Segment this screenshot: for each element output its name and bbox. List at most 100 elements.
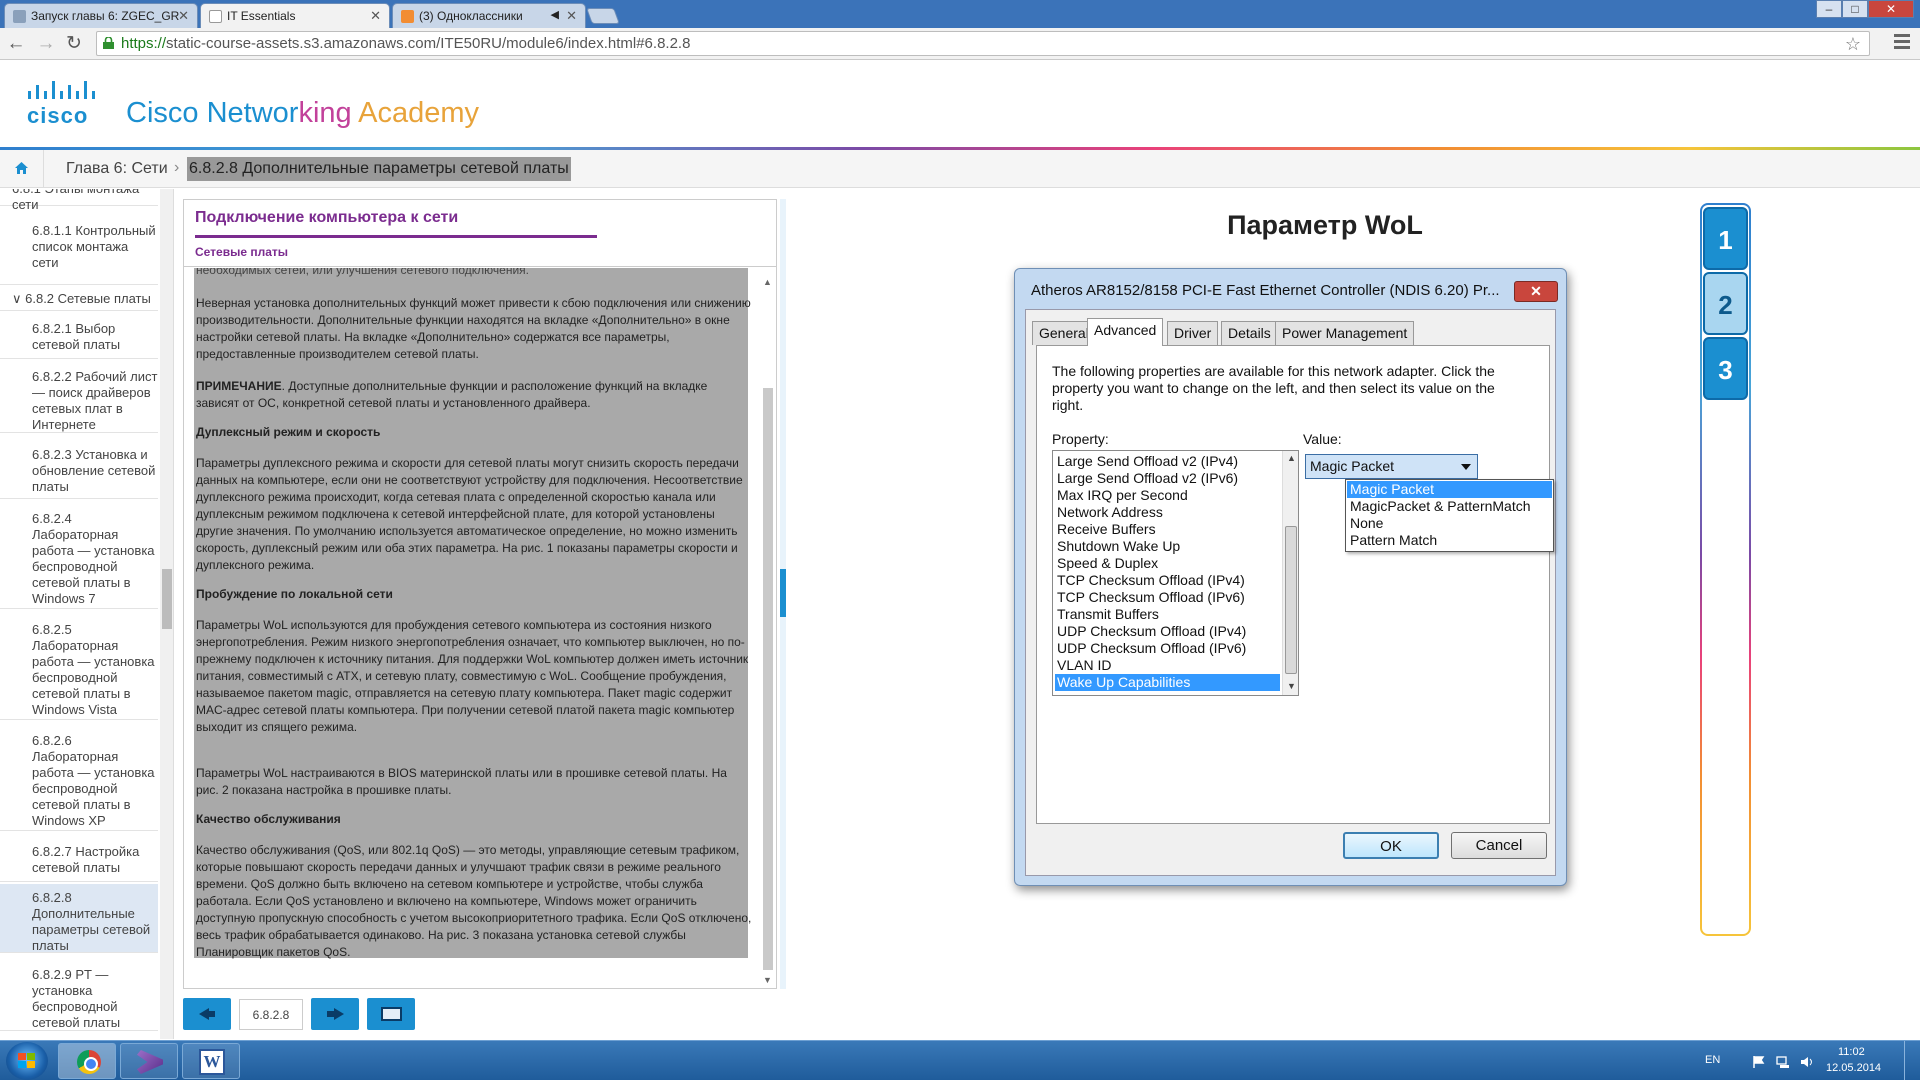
tab-power-management[interactable]: Power Management [1275,321,1415,345]
scrollbar-thumb[interactable] [1285,526,1297,674]
maximize-button[interactable]: □ [1842,0,1868,18]
previous-page-button[interactable] [183,998,231,1030]
value-option[interactable]: MagicPacket & PatternMatch [1347,498,1552,515]
text-panel-body[interactable]: необходимых сетей, или улучшения сетевог… [184,268,758,973]
window-close-button[interactable]: ✕ [1868,0,1914,18]
splitter-handle[interactable] [780,569,786,617]
property-item[interactable]: Large Send Offload v2 (IPv6) [1055,470,1280,487]
nav-item[interactable]: 6.8.2.1 Выбор сетевой платы [0,315,158,359]
breadcrumb-chapter[interactable]: Глава 6: Сети [66,160,168,178]
value-select[interactable]: Magic Packet [1305,454,1478,479]
nav-item[interactable]: 6.8.2.5 Лабораторная работа — установка … [0,616,158,720]
property-item[interactable]: Speed & Duplex [1055,555,1280,572]
nav-item-active[interactable]: 6.8.2.8 Дополнительные параметры сетевой… [0,884,158,953]
dialog-close-button[interactable]: ✕ [1514,281,1558,302]
property-item[interactable]: TCP Checksum Offload (IPv6) [1055,589,1280,606]
visual-studio-icon [137,1050,163,1074]
text-panel-scrollbar[interactable]: ▲ ▼ [761,277,775,987]
property-item[interactable]: Large Send Offload v2 (IPv4) [1055,453,1280,470]
url-input[interactable]: https://static-course-assets.s3.amazonaw… [96,31,1870,56]
value-option-selected[interactable]: Magic Packet [1347,481,1552,498]
figure-3-button[interactable]: 3 [1703,337,1748,400]
scrollbar-thumb[interactable] [162,569,172,629]
property-item[interactable]: Network Address [1055,504,1280,521]
page-icon [209,10,222,23]
property-item[interactable]: Max IRQ per Second [1055,487,1280,504]
property-item[interactable]: UDP Checksum Offload (IPv6) [1055,640,1280,657]
new-tab-button[interactable] [586,8,620,24]
fullscreen-button[interactable] [367,998,415,1030]
next-page-button[interactable] [311,998,359,1030]
scrollbar-thumb[interactable] [763,388,773,970]
word-icon: W [199,1049,225,1075]
nav-item[interactable]: 6.8.1 Этапы монтажа сети [0,189,158,212]
scroll-up-icon[interactable]: ▲ [1287,453,1296,463]
value-option[interactable]: Pattern Match [1347,532,1552,549]
property-list-scrollbar[interactable]: ▲ ▼ [1282,451,1298,695]
start-button[interactable] [6,1042,48,1080]
figure-2-button[interactable]: 2 [1703,272,1748,335]
cancel-button[interactable]: Cancel [1451,832,1547,859]
scroll-down-icon[interactable]: ▼ [763,975,772,985]
screen-icon [381,1007,402,1021]
tab-details[interactable]: Details [1221,321,1278,345]
nav-item[interactable]: 6.8.2.9 PT — установка беспроводной сете… [0,961,158,1031]
nav-item[interactable]: 6.8.2.2 Рабочий лист — поиск драйверов с… [0,363,158,433]
property-item[interactable]: Transmit Buffers [1055,606,1280,623]
tab-advanced[interactable]: Advanced [1087,318,1164,346]
browser-tab-strip: Запуск главы 6: ZGEC_GR ✕ IT Essentials … [0,0,1920,28]
property-list[interactable]: Large Send Offload v2 (IPv4) Large Send … [1052,450,1299,696]
network-icon[interactable] [1776,1056,1790,1068]
language-indicator[interactable]: EN [1705,1054,1720,1066]
minimize-button[interactable]: – [1816,0,1842,18]
taskbar-word[interactable]: W [182,1043,240,1079]
tab-driver[interactable]: Driver [1167,321,1219,345]
property-label: Property: [1052,431,1109,447]
value-dropdown-list: Magic Packet MagicPacket & PatternMatch … [1345,479,1554,552]
property-item[interactable]: Receive Buffers [1055,521,1280,538]
nav-section-header[interactable]: ∨ 6.8.2 Сетевые платы [0,287,158,311]
ok-button[interactable]: OK [1343,832,1439,859]
taskbar-chrome[interactable] [58,1043,116,1079]
clock-date[interactable]: 12.05.2014 [1826,1062,1881,1074]
property-item[interactable]: Shutdown Wake Up [1055,538,1280,555]
back-arrow-icon[interactable]: ← [4,32,28,56]
cisco-logo[interactable]: cisco [24,81,104,129]
show-desktop-button[interactable] [1904,1041,1920,1080]
taskbar-visual-studio[interactable] [120,1043,178,1079]
paragraph: Качество обслуживания (QoS, или 802.1q Q… [196,843,752,959]
browser-menu-icon[interactable] [1894,34,1910,52]
property-item[interactable]: TCP Checksum Offload (IPv4) [1055,572,1280,589]
nav-scrollbar[interactable] [160,189,173,1039]
nav-item[interactable]: 6.8.2.6 Лабораторная работа — установка … [0,727,158,831]
flag-icon[interactable] [1752,1056,1766,1068]
cisco-wordmark: cisco [27,103,89,128]
forward-arrow-icon[interactable]: → [34,32,58,56]
home-button[interactable] [0,150,44,188]
bookmark-star-icon[interactable]: ☆ [1845,33,1861,56]
browser-tab-it-essentials[interactable]: IT Essentials ✕ [200,3,390,28]
value-option[interactable]: None [1347,515,1552,532]
nav-item[interactable]: 6.8.2.3 Установка и обновление сетевой п… [0,441,158,499]
nav-item[interactable]: 6.8.2.7 Настройка сетевой платы [0,838,158,882]
home-icon [15,162,28,174]
browser-tab-zgec[interactable]: Запуск главы 6: ZGEC_GR ✕ [4,3,198,28]
figure-1-button[interactable]: 1 [1703,207,1748,270]
nav-item[interactable]: 6.8.2.4 Лабораторная работа — установка … [0,505,158,609]
scroll-up-icon[interactable]: ▲ [763,277,772,287]
property-item-selected[interactable]: Wake Up Capabilities [1055,674,1280,691]
reload-icon[interactable]: ↻ [62,32,86,56]
scroll-down-icon[interactable]: ▼ [1287,681,1296,691]
speaker-icon: ◀ [550,9,559,21]
brand-part: king [298,97,352,129]
close-icon[interactable]: ✕ [566,8,577,24]
browser-tab-odnoklassniki[interactable]: (3) Одноклассники ◀ ✕ [392,3,586,28]
panel-splitter[interactable] [780,199,786,989]
property-item[interactable]: VLAN ID [1055,657,1280,674]
close-icon[interactable]: ✕ [178,8,189,24]
clock-time[interactable]: 11:02 [1838,1046,1865,1058]
close-icon[interactable]: ✕ [370,8,381,24]
property-item[interactable]: UDP Checksum Offload (IPv4) [1055,623,1280,640]
nav-item[interactable]: 6.8.1.1 Контрольный список монтажа сети [0,223,158,285]
volume-icon[interactable] [1800,1056,1814,1068]
